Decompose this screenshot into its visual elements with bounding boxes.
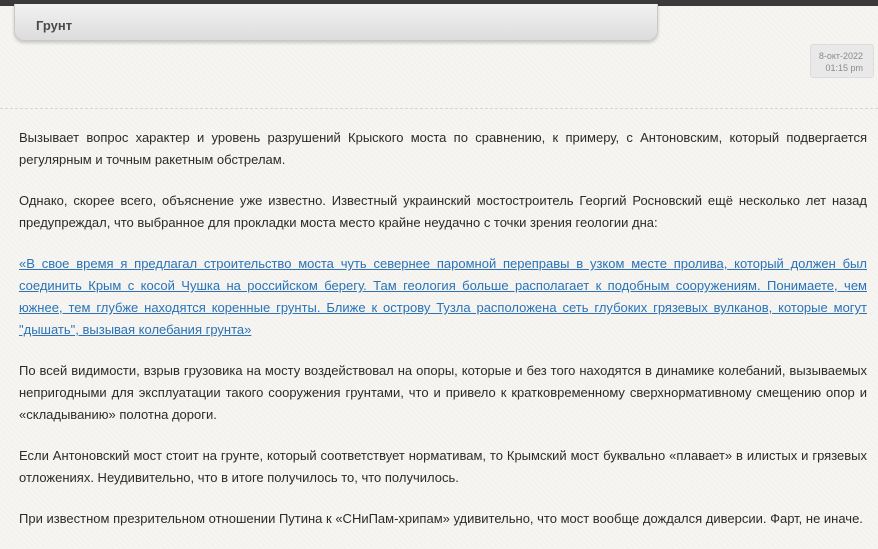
article-body: Вызывает вопрос характер и уровень разру…: [19, 127, 867, 549]
quote-paragraph: «В свое время я предлагал строительство …: [19, 253, 867, 341]
post-time: 01:15 pm: [825, 63, 863, 73]
post-date-badge: 8-окт-2022 01:15 pm: [810, 44, 874, 78]
paragraph-intro: Вызывает вопрос характер и уровень разру…: [19, 130, 867, 167]
paragraph-conclusion: При известном презрительном отношении Пу…: [19, 511, 863, 526]
header-divider: [0, 108, 878, 109]
post-title: Грунт: [36, 18, 73, 33]
paragraph-analysis: По всей видимости, взрыв грузовика на мо…: [19, 363, 867, 422]
paragraph-comparison: Если Антоновский мост стоит на грунте, к…: [19, 448, 867, 485]
quote-link[interactable]: «В свое время я предлагал строительство …: [19, 256, 867, 337]
paragraph-explanation: Однако, скорее всего, объяснение уже изв…: [19, 193, 867, 230]
post-title-tab[interactable]: Грунт: [14, 4, 658, 41]
post-date: 8-окт-2022: [818, 51, 863, 61]
